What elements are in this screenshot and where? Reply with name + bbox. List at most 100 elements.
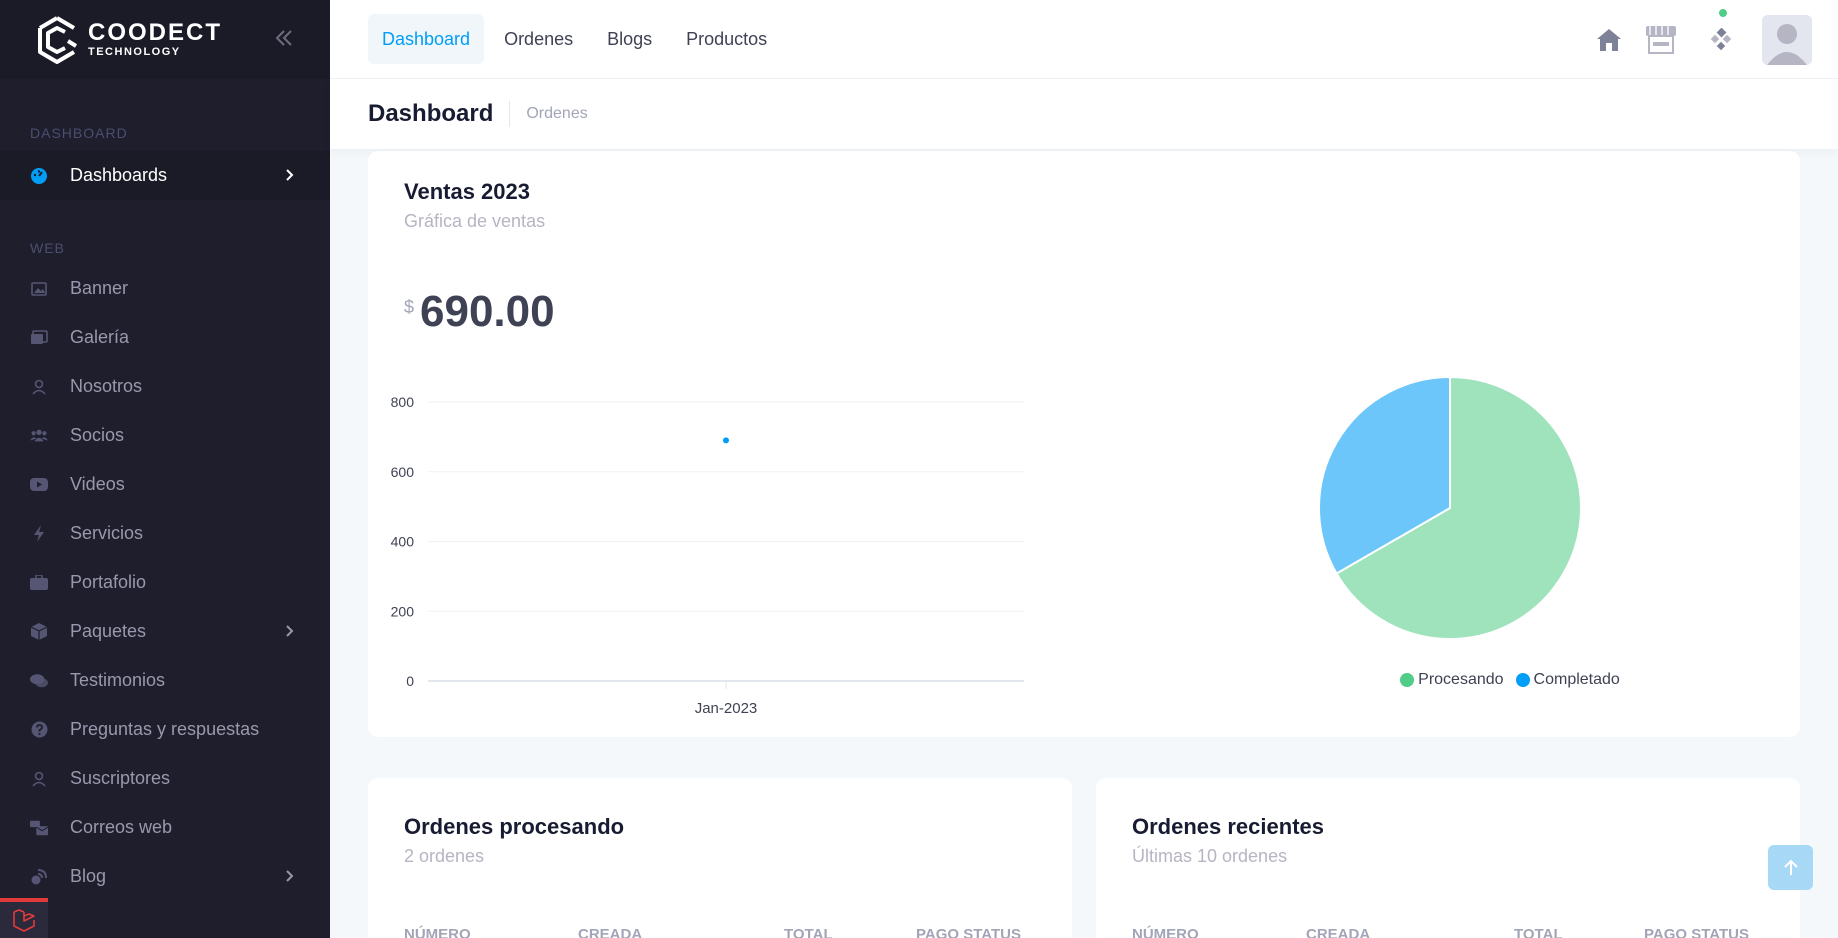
arrow-up-icon xyxy=(1783,859,1798,875)
sidebar-item-label: Correos web xyxy=(70,817,173,837)
x-tick-label: Jan-2023 xyxy=(695,700,758,713)
tab-blogs[interactable]: Blogs xyxy=(593,14,666,64)
sales-total: $ 690.00 xyxy=(404,287,555,337)
bolt-icon xyxy=(30,525,48,543)
youtube-icon xyxy=(30,476,48,494)
orders-pie-chart xyxy=(1318,375,1582,640)
chevron-right-icon xyxy=(286,169,294,181)
coodect-logo-icon xyxy=(38,15,78,64)
sidebar-item-correos-web[interactable]: Correos web xyxy=(0,803,330,852)
card-subtitle: 2 ordenes xyxy=(404,846,485,866)
notification-dot xyxy=(1719,8,1727,17)
sidebar-item-label: Paquetes xyxy=(70,621,147,641)
y-tick-label: 600 xyxy=(391,464,415,480)
column-header-pago-status[interactable]: PAGO STATUS xyxy=(1644,926,1749,938)
question-icon xyxy=(30,721,48,739)
sidebar-item-paquetes[interactable]: Paquetes xyxy=(0,607,330,656)
box-icon xyxy=(30,623,48,641)
card-subtitle: Últimas 10 ordenes xyxy=(1132,846,1288,866)
y-tick-label: 800 xyxy=(391,394,415,410)
topbar-actions xyxy=(1592,0,1838,79)
page-title: Dashboard xyxy=(368,100,494,127)
sales-card: Ventas 2023 Gráfica de ventas $ 690.00 8… xyxy=(368,151,1800,737)
store-icon[interactable] xyxy=(1644,23,1678,57)
sidebar-item-portafolio[interactable]: Portafolio xyxy=(0,558,330,607)
sidebar-item-label: Preguntas y respuestas xyxy=(70,719,260,739)
sidebar-item-label: Suscriptores xyxy=(70,768,171,788)
topbar: Dashboard Ordenes Blogs Productos xyxy=(330,0,1838,79)
sidebar-item-videos[interactable]: Videos xyxy=(0,460,330,509)
column-header-creada[interactable]: CREADA xyxy=(1306,926,1370,938)
card-title: Ordenes procesando xyxy=(404,814,625,839)
sidebar-item-preguntas[interactable]: Preguntas y respuestas xyxy=(0,705,330,754)
column-header-numero[interactable]: NÚMERO xyxy=(1132,926,1199,938)
sidebar-item-label: Servicios xyxy=(70,523,144,543)
home-icon[interactable] xyxy=(1592,23,1626,57)
legend-label: Completado xyxy=(1533,671,1620,688)
sidebar-item-label: Socios xyxy=(70,425,125,445)
sidebar-item-label: Testimonios xyxy=(70,670,166,690)
sidebar-item-testimonios[interactable]: Testimonios xyxy=(0,656,330,705)
orders-recent-card: Ordenes recientes Últimas 10 ordenes NÚM… xyxy=(1096,778,1800,938)
top-nav: Dashboard Ordenes Blogs Productos xyxy=(368,14,781,64)
tab-dashboard[interactable]: Dashboard xyxy=(368,14,485,64)
sidebar-item-nosotros[interactable]: Nosotros xyxy=(0,362,330,411)
chevron-right-icon xyxy=(286,870,294,882)
logo-line1: COODECT xyxy=(88,19,222,46)
column-header-numero[interactable]: NÚMERO xyxy=(404,926,471,938)
y-tick-label: 0 xyxy=(406,673,414,689)
sidebar-item-galeria[interactable]: Galería xyxy=(0,313,330,362)
column-header-total[interactable]: TOTAL xyxy=(1514,926,1563,938)
column-header-pago-status[interactable]: PAGO STATUS xyxy=(916,926,1021,938)
breadcrumb[interactable]: Ordenes xyxy=(526,105,587,123)
apps-icon[interactable] xyxy=(1704,8,1738,57)
section-web: WEB xyxy=(30,240,65,256)
user-avatar[interactable] xyxy=(1762,14,1812,65)
sidebar-item-socios[interactable]: Socios xyxy=(0,411,330,460)
user-icon xyxy=(30,378,48,396)
tab-ordenes[interactable]: Ordenes xyxy=(490,14,587,64)
tab-productos[interactable]: Productos xyxy=(672,14,781,64)
currency-symbol: $ xyxy=(404,297,415,317)
sidebar-item-suscriptores[interactable]: Suscriptores xyxy=(0,754,330,803)
card-title: Ventas 2023 xyxy=(404,179,530,204)
chevron-right-icon xyxy=(286,625,294,637)
column-header-creada[interactable]: CREADA xyxy=(578,926,642,938)
logo[interactable]: COODECT TECHNOLOGY xyxy=(32,15,222,65)
images-icon xyxy=(30,329,48,347)
divider xyxy=(509,101,511,127)
sales-amount: 690.00 xyxy=(420,287,555,336)
sales-line-chart: 800 600 400 200 0 Jan-2023 xyxy=(391,394,1024,713)
laravel-debugbar-icon[interactable] xyxy=(0,898,48,938)
collapse-sidebar-icon[interactable] xyxy=(272,26,296,50)
column-header-total[interactable]: TOTAL xyxy=(784,926,833,938)
sidebar-item-label: Portafolio xyxy=(70,572,147,592)
user-icon xyxy=(30,770,48,788)
y-tick-label: 200 xyxy=(391,603,415,619)
sidebar-item-label: Galería xyxy=(70,327,130,347)
card-subtitle: Gráfica de ventas xyxy=(404,211,546,231)
image-icon xyxy=(30,280,48,298)
y-tick-label: 400 xyxy=(391,534,415,550)
legend-marker xyxy=(1515,673,1530,687)
data-point xyxy=(723,437,729,444)
sidebar-item-label: Banner xyxy=(70,278,129,298)
sidebar-item-dashboards[interactable]: Dashboards xyxy=(0,151,330,200)
sidebar-item-banner[interactable]: Banner xyxy=(0,264,330,313)
briefcase-icon xyxy=(30,574,48,592)
legend-marker xyxy=(1400,673,1415,687)
card-title: Ordenes recientes xyxy=(1132,814,1324,839)
blog-icon xyxy=(30,868,48,886)
legend-item[interactable]: Completado xyxy=(1515,671,1620,689)
page-subheader: Dashboard Ordenes xyxy=(330,79,1838,149)
mail-bulk-icon xyxy=(30,819,48,837)
gauge-icon xyxy=(30,167,48,185)
legend-item[interactable]: Procesando xyxy=(1400,671,1504,689)
orders-processing-card: Ordenes procesando 2 ordenes NÚMERO CREA… xyxy=(368,778,1072,938)
sidebar-item-blog[interactable]: Blog xyxy=(0,852,330,901)
comments-icon xyxy=(30,672,48,690)
sidebar-item-servicios[interactable]: Servicios xyxy=(0,509,330,558)
scroll-to-top-button[interactable] xyxy=(1768,845,1813,890)
sidebar-item-label: Dashboards xyxy=(70,165,168,185)
users-icon xyxy=(30,427,48,445)
